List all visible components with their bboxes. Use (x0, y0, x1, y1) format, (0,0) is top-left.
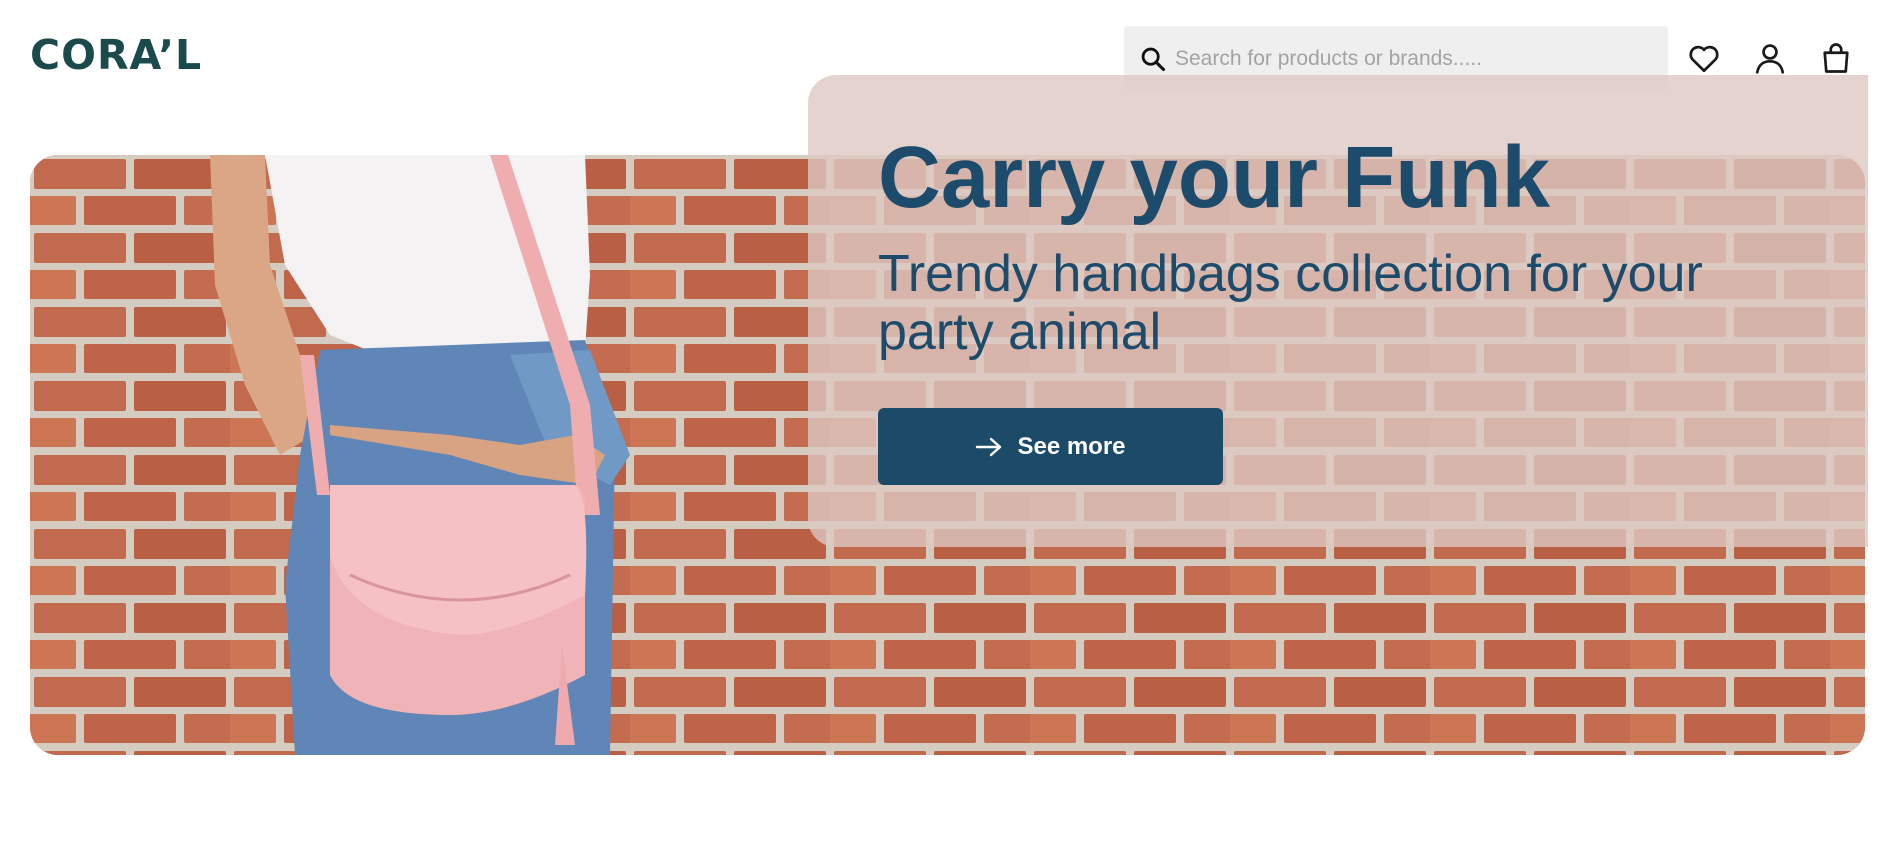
brand-logo[interactable]: CORA’L (30, 30, 202, 80)
heart-icon[interactable] (1686, 40, 1722, 76)
search-icon[interactable] (1139, 45, 1167, 73)
user-icon[interactable] (1752, 40, 1788, 76)
see-more-label: See more (1017, 432, 1126, 460)
arrow-right-icon (976, 437, 1002, 456)
search-input[interactable] (1173, 37, 1657, 80)
see-more-button[interactable]: See more (878, 408, 1223, 485)
hero-subtitle: Trendy handbags collection for your part… (878, 245, 1703, 361)
hero-title: Carry your Funk (878, 129, 1550, 226)
shopping-bag-icon[interactable] (1818, 40, 1854, 76)
